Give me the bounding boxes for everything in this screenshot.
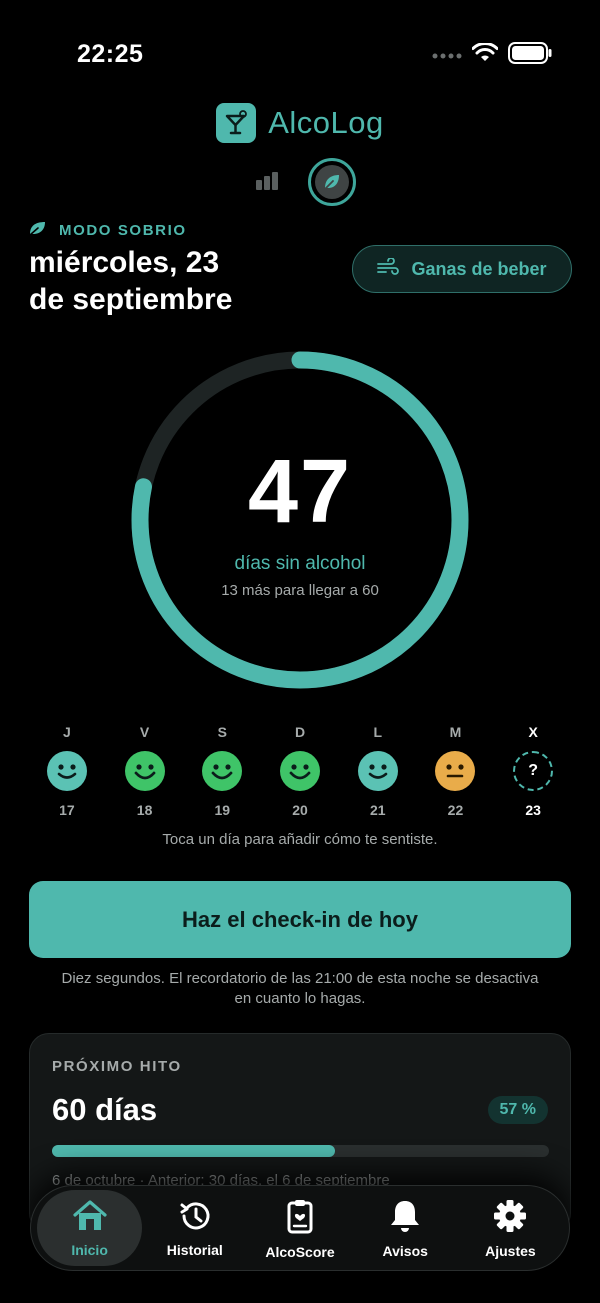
wifi-icon [471, 42, 499, 68]
tab-label: Avisos [382, 1242, 428, 1259]
mode-label: MODO SOBRIO [29, 220, 187, 240]
tab-alcoscore[interactable]: AlcoScore [247, 1190, 352, 1266]
milestone-progress-fill [52, 1145, 336, 1157]
bell-icon [386, 1198, 424, 1237]
day-19[interactable]: S 19 [183, 724, 261, 818]
milestone-percent-badge: 57 % [487, 1096, 548, 1124]
day-20[interactable]: D 20 [261, 724, 339, 818]
unknown-mood-glyph: ? [528, 762, 539, 779]
day-letter: D [294, 724, 306, 740]
day-number: 19 [214, 802, 231, 818]
day-number: 18 [136, 802, 153, 818]
checkin-note-line-1: Diez segundos. El recordatorio de las 21… [61, 970, 539, 987]
gear-icon [491, 1198, 529, 1237]
milestone-label: PRÓXIMO HITO [52, 1058, 182, 1075]
milestone-title: 60 días [52, 1092, 158, 1127]
unknown-mood-icon[interactable]: ? [513, 751, 554, 791]
day-letter: S [217, 724, 227, 740]
happy-face-icon[interactable] [202, 751, 243, 791]
content-face-icon[interactable] [357, 751, 398, 791]
status-bar: 22:25 [0, 0, 600, 100]
checkin-note: Diez segundos. El recordatorio de las 21… [20, 969, 580, 1009]
tab-label: Historial [166, 1241, 223, 1258]
day-17[interactable]: J 17 [28, 724, 106, 818]
day-letter: X [528, 724, 538, 740]
day-number: 21 [369, 802, 386, 818]
tab-ajustes[interactable]: Ajustes [458, 1190, 563, 1266]
cocktail-logo-icon [216, 103, 257, 143]
date-line-2: de septiembre [29, 283, 233, 316]
urge-button[interactable]: Ganas de beber [352, 245, 572, 293]
day-number: 23 [525, 802, 541, 818]
wind-icon [377, 256, 400, 281]
bar-chart-icon[interactable] [256, 172, 278, 190]
tab-label: Inicio [71, 1241, 108, 1258]
day-number: 20 [292, 802, 308, 818]
mode-label-text: MODO SOBRIO [59, 221, 187, 239]
day-number: 22 [447, 802, 464, 818]
day-letter: L [373, 724, 383, 740]
tab-avisos[interactable]: Avisos [353, 1190, 458, 1266]
tab-label: AlcoScore [265, 1243, 335, 1260]
milestone-progress-track [52, 1145, 549, 1157]
history-icon [176, 1199, 214, 1236]
happy-face-icon[interactable] [280, 751, 321, 791]
mode-switch [0, 158, 600, 206]
tab-historial[interactable]: Historial [142, 1190, 247, 1266]
week-hint: Toca un día para añadir cómo te sentiste… [162, 831, 438, 848]
day-number: 17 [59, 802, 75, 818]
sober-mode-toggle[interactable] [308, 158, 356, 206]
urge-button-label: Ganas de beber [411, 258, 547, 279]
tab-label: Ajustes [485, 1242, 536, 1259]
content-face-icon[interactable] [46, 751, 87, 791]
day-letter: M [449, 724, 462, 740]
neutral-face-icon[interactable] [435, 751, 476, 791]
day-23[interactable]: X? 23 [494, 724, 572, 818]
tab-bar: Inicio Historial AlcoScore Avisos Ajustes [30, 1185, 570, 1271]
app-brand: AlcoLog [0, 103, 600, 143]
day-21[interactable]: L 21 [339, 724, 417, 818]
day-letter: J [62, 724, 71, 740]
checkin-button[interactable]: Haz el check-in de hoy [29, 881, 571, 958]
days-remaining: 13 más para llegar a 60 [221, 582, 379, 599]
app-name: AlcoLog [268, 105, 384, 140]
status-icons [432, 42, 552, 69]
clipboard-icon [281, 1197, 319, 1238]
day-letter: V [139, 724, 150, 740]
day-18[interactable]: V 18 [106, 724, 184, 818]
clock: 22:25 [77, 40, 144, 68]
leaf-icon [315, 165, 349, 199]
date-heading: miércoles, 23 de septiembre [29, 244, 329, 318]
tab-inicio[interactable]: Inicio [37, 1190, 143, 1266]
home-icon [71, 1199, 109, 1236]
days-count: 47 [247, 442, 353, 542]
leaf-icon [29, 220, 47, 240]
checkin-note-line-2: en cuanto lo hagas. [234, 990, 366, 1007]
streak-ring: 47 días sin alcohol 13 más para llegar a… [130, 350, 470, 690]
signal-icon [432, 47, 462, 65]
day-22[interactable]: M 22 [417, 724, 495, 818]
days-label: días sin alcohol [234, 553, 366, 574]
battery-icon [508, 42, 552, 69]
happy-face-icon[interactable] [124, 751, 165, 791]
date-line-1: miércoles, 23 [29, 246, 220, 279]
week-mood-row: J 17 V 18 S 19 D 20 L 21 M 22 X? 23 [28, 724, 572, 818]
